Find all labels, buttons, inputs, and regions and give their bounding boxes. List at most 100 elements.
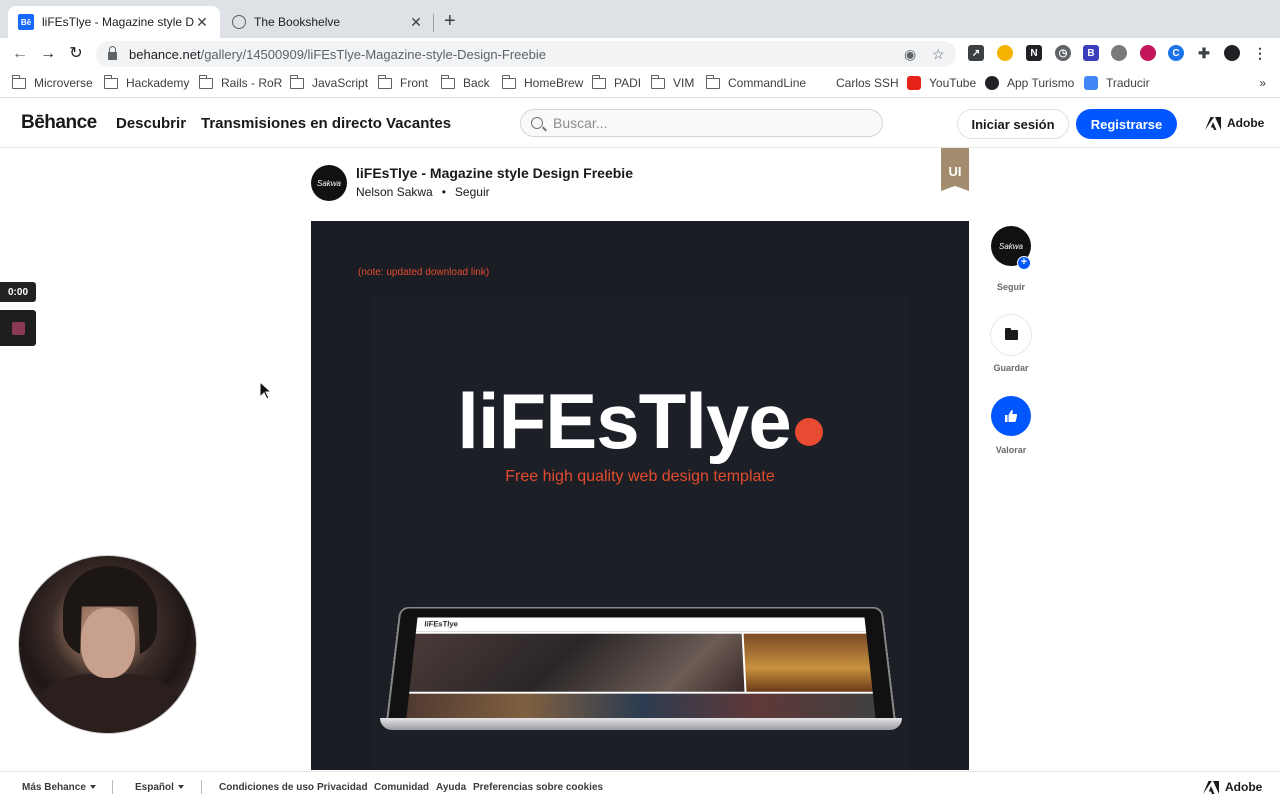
star-icon[interactable]: ☆ [932,46,945,63]
register-button[interactable]: Registrarse [1076,109,1177,139]
extension-notion-icon[interactable]: N [1026,45,1042,61]
login-button[interactable]: Iniciar sesión [957,109,1069,139]
bookmark-folder[interactable]: Back [440,74,490,90]
bookmark-link[interactable]: Carlos SSH [836,76,899,90]
extension-circle-icon[interactable] [997,45,1013,61]
save-action-label[interactable]: Guardar [981,363,1041,373]
bookmark-link[interactable]: Traducir [1084,76,1150,90]
bookmark-folder[interactable]: Microverse [11,74,93,90]
bookmark-label: Microverse [34,76,93,90]
globe-icon [232,15,246,29]
kebab-menu-icon[interactable]: ⋮ [1252,45,1268,61]
bookmark-label: Front [400,76,429,90]
browser-tab[interactable]: The Bookshelve ✕ [222,6,434,38]
extension-b-icon[interactable]: B [1083,45,1099,61]
footer-divider [112,780,113,794]
forward-arrow-icon[interactable]: → [38,44,58,64]
bookmark-folder[interactable]: JavaScript [289,74,368,90]
extension-color-icon[interactable] [1140,45,1156,61]
back-arrow-icon[interactable]: ← [10,44,30,64]
eye-slash-icon[interactable]: ◉ [904,46,916,63]
footer-link-terms[interactable]: Condiciones de uso [219,782,314,793]
bookmark-folder[interactable]: Hackademy [103,74,190,90]
reload-icon[interactable]: ↻ [66,44,86,64]
project-note: (note: updated download link) [358,267,490,278]
meta-separator: • [441,185,446,199]
adobe-logo-icon [1203,780,1219,794]
url-host: behance.net [129,46,201,62]
bookmarks-bar: Microverse Hackademy Rails - RoR JavaScr… [0,70,1280,98]
nav-jobs[interactable]: Vacantes [386,115,451,132]
bookmark-folder[interactable]: Rails - RoR [198,74,283,90]
bookmark-label: VIM [673,76,695,90]
youtube-icon [907,76,921,90]
caret-down-icon [89,785,96,789]
mouse-cursor-icon [259,381,273,400]
address-bar[interactable]: behance.net/gallery/14500909/liFEsTlye-M… [96,41,956,67]
bookmark-folder[interactable]: VIM [650,74,695,90]
owner-name-link[interactable]: Nelson Sakwa [356,185,433,199]
footer-link-cookies[interactable]: Preferencias sobre cookies [473,782,603,793]
extension-c-icon[interactable]: C [1168,45,1184,61]
profile-avatar-icon[interactable] [1224,45,1240,61]
language-label: Español [135,782,174,793]
project-meta: Nelson Sakwa • Seguir [356,185,490,199]
owner-avatar[interactable]: Sakwa [311,165,347,201]
laptop-screen-frame: liFEsTlye [386,606,896,722]
site-header: Bēhance Descubrir Transmisiones en direc… [0,98,1280,148]
behance-logo[interactable]: Bēhance [21,112,97,134]
bookmarks-overflow-button[interactable]: » [1259,76,1266,90]
extension-bug-icon[interactable] [1111,45,1127,61]
follow-action-label[interactable]: Seguir [981,282,1041,292]
appreciate-action-label[interactable]: Valorar [981,445,1041,455]
webcam-person-body [39,674,179,733]
footer-link-privacy[interactable]: Privacidad [317,782,368,793]
footer-link-community[interactable]: Comunidad [374,782,429,793]
hero-title-text: liFEsTlye [457,377,791,465]
language-dropdown[interactable]: Español [135,782,184,793]
footer-adobe-link[interactable]: Adobe [1203,780,1262,794]
bookmark-label: YouTube [929,76,977,90]
avatar-signature: Sakwa [998,241,1023,251]
extension-send-icon[interactable]: ↗ [968,45,984,61]
nav-livestreams[interactable]: Transmisiones en directo [201,115,382,132]
bookmark-folder[interactable]: CommandLine [705,74,806,90]
bookmark-link[interactable]: App Turismo [985,76,1074,90]
bookmark-label: Hackademy [126,76,190,90]
appreciate-button[interactable] [991,396,1031,436]
close-tab-icon[interactable]: ✕ [194,14,210,31]
more-behance-dropdown[interactable]: Más Behance [22,782,96,793]
bookmark-folder[interactable]: Front [377,74,429,90]
footer-link-help[interactable]: Ayuda [436,782,466,793]
extension-clock-icon[interactable]: ◷ [1055,45,1071,61]
follow-plus-icon[interactable]: + [1017,256,1031,270]
folder-icon [1004,328,1018,340]
follow-link[interactable]: Seguir [455,185,490,199]
adobe-link[interactable]: Adobe [1205,116,1264,130]
adobe-logo-icon [1205,116,1221,130]
puzzle-icon[interactable]: ✚ [1196,45,1212,61]
browser-tab-active[interactable]: Bē liFEsTlye - Magazine style Desi ✕ [8,6,220,38]
hero-title: liFEsTlye [311,376,969,467]
new-tab-button[interactable]: + [444,11,456,31]
translate-icon [1084,76,1098,90]
close-tab-icon[interactable]: ✕ [408,14,424,31]
save-button[interactable] [991,315,1031,355]
webcam-overlay[interactable] [18,555,197,734]
mockup-logo: liFEsTlye [423,620,459,629]
folder-icon [289,74,304,89]
folder-icon [591,74,606,89]
search-icon [531,117,543,129]
webcam-person-face [81,608,135,678]
bookmark-folder[interactable]: PADI [591,74,641,90]
bookmark-folder[interactable]: HomeBrew [501,74,583,90]
bookmark-link[interactable]: YouTube [907,76,976,90]
bookmark-label: Rails - RoR [221,76,283,90]
search-input[interactable]: Buscar... [520,109,883,137]
stop-recording-button[interactable] [0,310,36,346]
nav-discover[interactable]: Descubrir [116,115,186,132]
adobe-label: Adobe [1225,780,1263,794]
laptop-screen: liFEsTlye [406,617,876,720]
folder-icon [440,74,455,89]
mockup-thumbnail-row [406,693,876,720]
